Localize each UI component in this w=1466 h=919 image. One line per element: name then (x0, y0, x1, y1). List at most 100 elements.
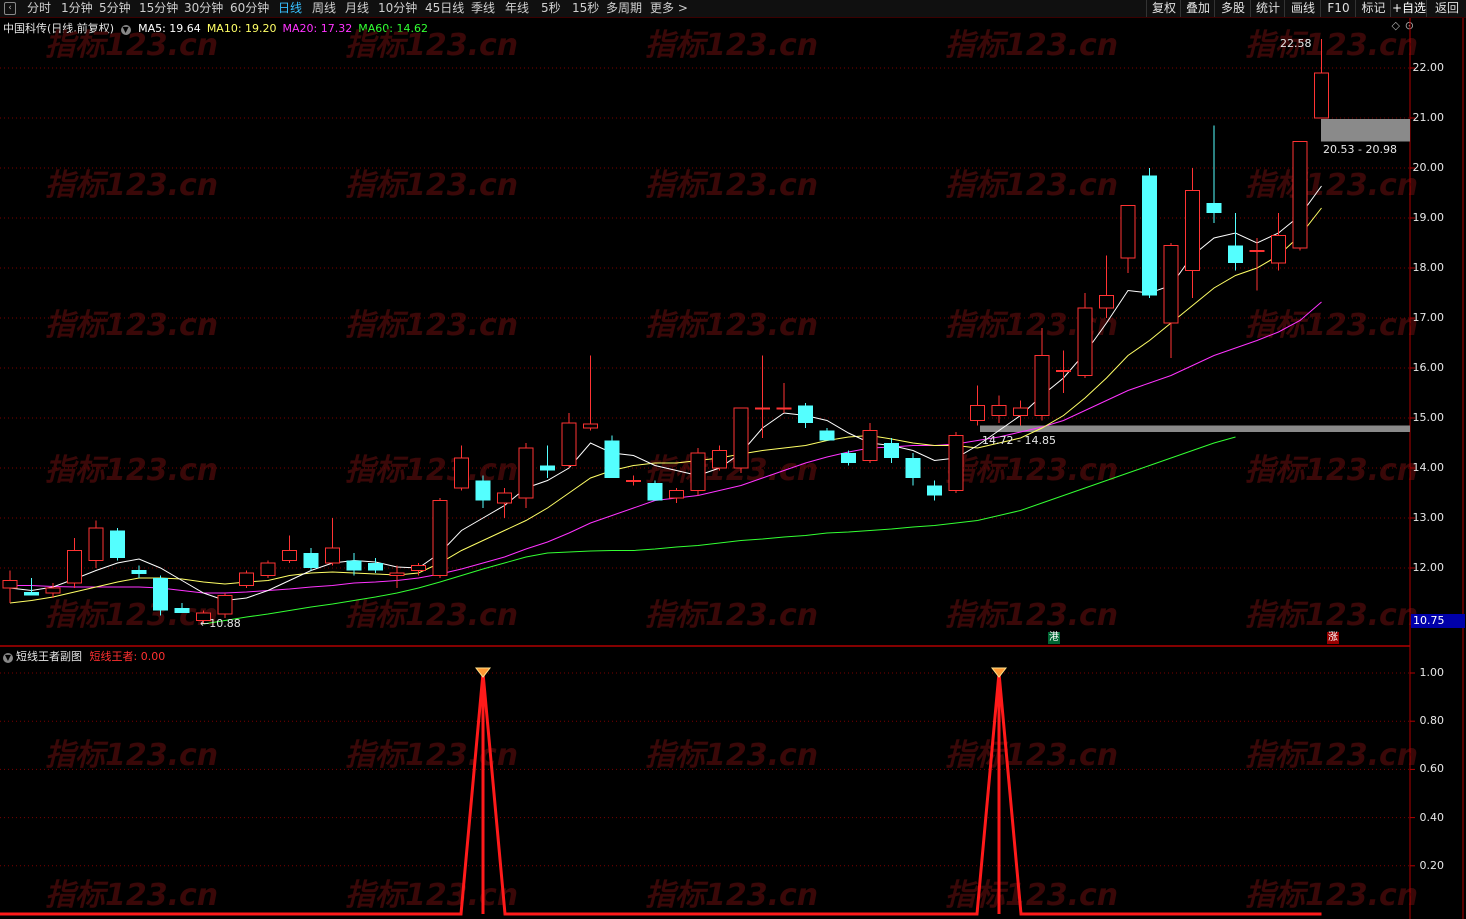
watermark-text: 指标123.cn (945, 878, 1118, 913)
sub-tick-label: 0.80 (1419, 714, 1445, 728)
rise-tag: 涨 (1327, 632, 1339, 644)
watermark-text: 指标123.cn (345, 878, 518, 913)
watermark-text: 指标123.cn (45, 878, 218, 913)
watermark-text: 指标123.cn (1245, 453, 1418, 488)
gap-zone-upper (1321, 119, 1410, 142)
low-price-label: ←10.88 (200, 617, 241, 630)
price-tick-label: 20.00 (1412, 161, 1445, 174)
candle-body-up (497, 492, 512, 504)
watermark-text: 指标123.cn (1245, 168, 1418, 203)
price-tick-label: 12.00 (1412, 561, 1445, 574)
watermark-text: 指标123.cn (645, 598, 818, 633)
candle-body-down (540, 465, 555, 471)
candle-body-up (1249, 250, 1265, 252)
candle-body-up (325, 547, 340, 564)
watermark-text: 指标123.cn (45, 168, 218, 203)
gap-lower-label: 14.72 - 14.85 (982, 434, 1056, 447)
candle-body-up (1271, 235, 1286, 264)
watermark-text: 指标123.cn (1245, 738, 1418, 773)
candle-body-up (454, 457, 469, 489)
candle-body-up (669, 490, 684, 499)
candle-body-down (368, 563, 383, 571)
candle-body-up (2, 580, 18, 589)
sub-tick-label: 1.00 (1419, 666, 1445, 679)
watermark-text: 指标123.cn (45, 738, 218, 773)
candle-body-up (583, 423, 598, 429)
candle-body-up (561, 422, 577, 466)
candle-body-down (884, 443, 899, 458)
watermark-text: 指标123.cn (345, 168, 518, 203)
current-price-box: 10.75 (1411, 614, 1465, 628)
signal-diamond-icon (990, 667, 1008, 678)
candle-body-down (1228, 245, 1243, 263)
watermark-text: 指标123.cn (345, 598, 518, 633)
watermark-text: 指标123.cn (1245, 598, 1418, 633)
candle-body-up (45, 587, 61, 594)
price-tick-label: 17.00 (1412, 311, 1445, 324)
sub-tick-label: 0.60 (1419, 762, 1445, 776)
candle-body-down (1142, 175, 1157, 296)
price-tick-label: 19.00 (1412, 211, 1445, 224)
candle-body-up (67, 550, 82, 584)
watermark-text: 指标123.cn (1245, 28, 1418, 63)
candle-body-up (282, 550, 297, 561)
candle-body-up (1056, 370, 1071, 372)
candle-body-up (712, 450, 727, 469)
sub-tick-label: 0.40 (1419, 810, 1445, 824)
candle-body-up (776, 407, 792, 410)
watermark-text: 指标123.cn (945, 738, 1118, 773)
candle-body-down (24, 592, 39, 596)
candle-body-up (1292, 141, 1308, 249)
ma10-line (9, 207, 1322, 604)
candle-body-down (110, 530, 125, 558)
watermark-text: 指标123.cn (645, 168, 818, 203)
candle-body-down (819, 430, 835, 441)
candle-body-down (927, 485, 942, 496)
price-tick-label: 13.00 (1412, 511, 1445, 524)
watermark-text: 指标123.cn (645, 878, 818, 913)
kline-chart[interactable]: 指标123.cn 指标123.cn 指标123.cn 指标123.cn 指标123.cn… (0, 0, 1466, 919)
candle-body-up (1013, 407, 1028, 416)
candle-body-up (755, 407, 770, 410)
candle-body-up (626, 480, 641, 482)
hk-tag: 港 (1048, 632, 1060, 644)
signal-diamond-icon (474, 667, 492, 678)
watermark-text: 指标123.cn (945, 28, 1118, 63)
price-tick-label: 18.00 (1412, 261, 1445, 274)
candle-body-up (991, 405, 1007, 416)
candle-body-up (217, 595, 233, 615)
candle-body-up (1099, 295, 1114, 309)
watermark-text: 指标123.cn (345, 28, 518, 63)
watermark-text: 指标123.cn (1245, 878, 1418, 913)
price-tick-label: 15.00 (1412, 411, 1445, 424)
sub-tick-label: 0.20 (1419, 858, 1445, 872)
candle-body-up (1034, 355, 1050, 416)
gap-upper-label: 20.53 - 20.98 (1323, 143, 1397, 156)
ma20-line (10, 301, 1322, 594)
price-tick-label: 16.00 (1412, 361, 1445, 374)
candle-body-down (798, 405, 813, 423)
candle-body-up (518, 447, 534, 499)
candle-body-down (905, 458, 921, 478)
watermark-text: 指标123.cn (45, 598, 218, 633)
candle-body-up (1163, 245, 1179, 324)
candle-body-up (690, 452, 706, 491)
watermark-text: 指标123.cn (645, 738, 818, 773)
candle-body-up (88, 527, 104, 561)
candle-body-down (153, 578, 168, 611)
candle-body-down (303, 553, 319, 568)
candle-body-down (647, 483, 663, 501)
candle-body-up (1314, 72, 1329, 119)
candle-body-down (1206, 203, 1222, 213)
candle-body-up (432, 500, 448, 576)
watermark-text: 指标123.cn (645, 308, 818, 343)
price-tick-label: 14.00 (1412, 461, 1445, 474)
watermark-text: 指标123.cn (645, 28, 818, 63)
candle-body-up (389, 572, 405, 576)
candle-body-up (1120, 205, 1136, 259)
price-tick-label: 22.00 (1412, 61, 1445, 74)
candle-body-down (131, 570, 147, 574)
watermark-text: 指标123.cn (345, 453, 518, 488)
candle-body-up (260, 562, 276, 576)
watermark-text: 指标123.cn (945, 453, 1118, 488)
